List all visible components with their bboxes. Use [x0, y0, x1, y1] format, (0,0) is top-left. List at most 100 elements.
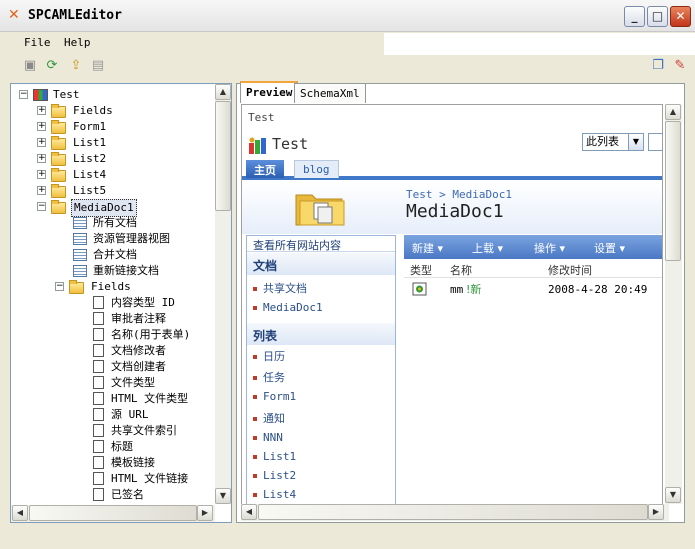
column-type[interactable]: 类型	[410, 262, 432, 278]
site-title[interactable]: Test	[272, 135, 308, 153]
window-icon[interactable]: ❐	[650, 58, 666, 74]
site-icon	[33, 89, 48, 101]
view-icon	[73, 265, 87, 277]
tab-preview[interactable]: Preview	[240, 81, 299, 103]
folder-icon	[51, 168, 66, 182]
scroll-right-icon[interactable]: ▶	[648, 504, 664, 520]
field-icon	[93, 392, 104, 405]
ql-link[interactable]: NNN	[253, 431, 283, 444]
ql-link[interactable]: List4	[253, 488, 296, 501]
field-icon	[93, 488, 104, 501]
folder-icon	[51, 200, 66, 214]
top-nav: 主页 blog	[242, 158, 662, 180]
folder-icon	[51, 152, 66, 166]
field-icon	[93, 376, 104, 389]
preview-vertical-scrollbar[interactable]: ▲ ▼	[665, 104, 682, 504]
scroll-down-icon[interactable]: ▼	[665, 487, 681, 503]
folder-icon	[51, 136, 66, 150]
menu-bar: File Help	[0, 33, 384, 55]
ql-heading-documents[interactable]: 文档	[247, 253, 395, 275]
ql-link[interactable]: List2	[253, 469, 296, 482]
field-icon	[93, 296, 104, 309]
ql-link[interactable]: MediaDoc1	[253, 301, 323, 314]
tree-vertical-scrollbar[interactable]: ▲ ▼	[215, 84, 231, 504]
new-menu-button[interactable]: 新建 ▾	[412, 240, 443, 256]
nav-tab-home[interactable]: 主页	[246, 160, 284, 178]
library-folder-icon	[292, 185, 348, 229]
scroll-thumb[interactable]	[215, 101, 231, 211]
scroll-left-icon[interactable]: ◀	[12, 505, 28, 521]
save-icon[interactable]: ▣	[22, 58, 38, 74]
menu-help[interactable]: Help	[64, 36, 91, 49]
collapse-icon[interactable]: −	[55, 282, 64, 291]
nav-tab-blog[interactable]: blog	[294, 160, 339, 178]
ql-link[interactable]: 通知	[253, 410, 285, 426]
expand-icon[interactable]: +	[37, 170, 46, 179]
document-icon[interactable]: ▤	[90, 58, 106, 74]
scroll-up-icon[interactable]: ▲	[665, 104, 681, 120]
collapse-icon[interactable]: −	[37, 202, 46, 211]
field-icon	[93, 472, 104, 485]
page-title: MediaDoc1	[406, 201, 504, 222]
scroll-thumb[interactable]	[665, 121, 681, 261]
file-name-link[interactable]: mm	[450, 283, 463, 296]
media-file-icon	[412, 282, 428, 296]
expand-icon[interactable]: +	[37, 106, 46, 115]
preview-horizontal-scrollbar[interactable]: ◀ ▶	[241, 504, 669, 521]
sharepoint-preview: Test Test 此列表 ▼ 主页 blog Test > MediaDoc1…	[241, 104, 663, 514]
column-name[interactable]: 名称	[450, 262, 472, 278]
upload-menu-button[interactable]: 上载 ▾	[472, 240, 503, 256]
menu-file[interactable]: File	[24, 36, 51, 49]
ql-link[interactable]: 共享文档	[253, 280, 307, 296]
scroll-right-icon[interactable]: ▶	[197, 505, 213, 521]
collapse-icon[interactable]: −	[19, 90, 28, 99]
tree-horizontal-scrollbar[interactable]: ◀ ▶	[11, 505, 215, 522]
close-button[interactable]: ✕	[670, 6, 691, 27]
scroll-thumb[interactable]	[258, 504, 648, 520]
preview-panel: Preview SchemaXml Test Test 此列表 ▼ 主页 blo…	[236, 81, 685, 523]
expand-icon[interactable]: +	[37, 154, 46, 163]
view-icon	[73, 217, 87, 229]
refresh-icon[interactable]: ⟳	[44, 58, 60, 74]
quick-launch: 查看所有网站内容 文档 共享文档 MediaDoc1 列表 日历 任务 Form…	[246, 235, 396, 513]
expand-icon[interactable]: +	[37, 186, 46, 195]
ql-link[interactable]: List1	[253, 450, 296, 463]
settings-menu-button[interactable]: 设置 ▾	[594, 240, 625, 256]
expand-icon[interactable]: +	[37, 122, 46, 131]
ql-link[interactable]: 日历	[253, 348, 285, 364]
list-header: 类型 名称 修改时间	[404, 260, 662, 278]
field-icon	[93, 456, 104, 469]
eraser-icon[interactable]: ✎	[672, 58, 688, 74]
minimize-button[interactable]: _	[624, 6, 645, 27]
site-breadcrumb[interactable]: Test	[248, 111, 275, 124]
scroll-left-icon[interactable]: ◀	[241, 504, 257, 520]
folder-icon	[69, 280, 84, 294]
table-row[interactable]: mm !新 2008-4-28 20:49	[404, 280, 662, 300]
maximize-button[interactable]: □	[647, 6, 668, 27]
actions-menu-button[interactable]: 操作 ▾	[534, 240, 565, 256]
field-icon	[93, 328, 104, 341]
window-title: SPCAMLEditor	[28, 8, 122, 23]
scroll-thumb[interactable]	[29, 505, 197, 521]
folder-icon	[51, 104, 66, 118]
column-modified[interactable]: 修改时间	[548, 262, 592, 278]
folder-icon	[51, 120, 66, 134]
list-toolbar: 新建 ▾ 上载 ▾ 操作 ▾ 设置 ▾	[404, 235, 662, 259]
toolbar: ▣ ⟳ ⇪ ▤ ❐ ✎	[0, 55, 695, 79]
ql-link[interactable]: 任务	[253, 369, 285, 385]
search-input[interactable]	[648, 133, 662, 151]
export-icon[interactable]: ⇪	[68, 58, 84, 74]
view-all-content-link[interactable]: 查看所有网站内容	[247, 236, 395, 252]
scroll-up-icon[interactable]: ▲	[215, 84, 231, 100]
expand-icon[interactable]: +	[37, 138, 46, 147]
tab-schemaxml[interactable]: SchemaXml	[294, 83, 366, 103]
field-icon	[93, 312, 104, 325]
ql-link[interactable]: Form1	[253, 390, 296, 403]
menu-bar-filler	[384, 33, 695, 55]
field-icon	[93, 424, 104, 437]
chevron-down-icon[interactable]: ▼	[628, 134, 643, 150]
scroll-down-icon[interactable]: ▼	[215, 488, 231, 504]
page-breadcrumb[interactable]: Test > MediaDoc1	[406, 188, 512, 201]
ql-heading-lists[interactable]: 列表	[247, 323, 395, 345]
field-icon	[93, 360, 104, 373]
